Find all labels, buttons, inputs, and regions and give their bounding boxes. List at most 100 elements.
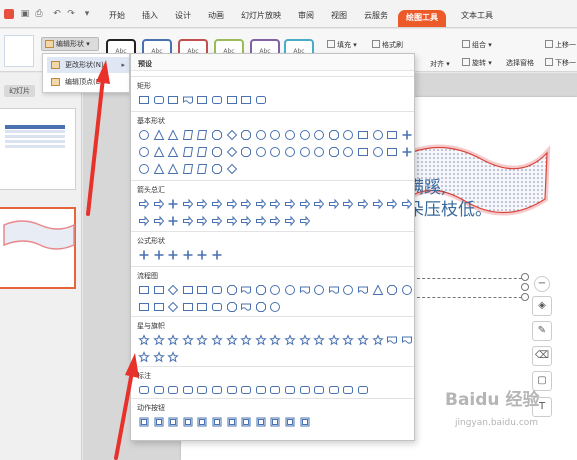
shape-option[interactable]	[196, 301, 208, 313]
slide-text-line2[interactable]: 朵压枝低。	[407, 195, 492, 220]
shape-option[interactable]	[284, 129, 296, 141]
shape-option[interactable]	[211, 198, 223, 210]
shape-option[interactable]	[138, 351, 150, 363]
shape-option[interactable]	[138, 163, 150, 175]
shape-option[interactable]	[372, 146, 384, 158]
shape-option[interactable]	[401, 129, 413, 141]
shape-option[interactable]	[182, 384, 194, 396]
shape-option[interactable]	[269, 198, 281, 210]
shape-option[interactable]	[269, 384, 281, 396]
tab-text-tools[interactable]: 文本工具	[455, 9, 499, 23]
shape-option[interactable]	[299, 215, 311, 227]
shape-option[interactable]	[138, 416, 150, 428]
align-button[interactable]: 对齐 ▾	[430, 59, 450, 69]
shape-option[interactable]	[211, 94, 223, 106]
shape-option[interactable]	[167, 284, 179, 296]
shape-option[interactable]	[226, 301, 238, 313]
shape-option[interactable]	[328, 284, 340, 296]
slide-thumbnail-2[interactable]	[0, 207, 76, 289]
shape-option[interactable]	[153, 129, 165, 141]
shape-option[interactable]	[240, 301, 252, 313]
fill-button[interactable]: 填充 ▾	[327, 40, 357, 50]
shape-option[interactable]	[269, 284, 281, 296]
shape-option[interactable]	[138, 284, 150, 296]
shape-option[interactable]	[401, 334, 413, 346]
shape-option[interactable]	[138, 384, 150, 396]
shape-option[interactable]	[153, 301, 165, 313]
shape-option[interactable]	[328, 384, 340, 396]
shape-option[interactable]	[372, 198, 384, 210]
shape-option[interactable]	[284, 334, 296, 346]
shape-option[interactable]	[401, 284, 413, 296]
shape-option[interactable]	[269, 301, 281, 313]
change-shape-item[interactable]: 更改形状(N) ▸	[47, 57, 129, 73]
shape-option[interactable]	[182, 163, 194, 175]
shape-option[interactable]	[372, 284, 384, 296]
shape-option[interactable]	[299, 416, 311, 428]
shape-option[interactable]	[342, 146, 354, 158]
shape-option[interactable]	[153, 146, 165, 158]
shape-option[interactable]	[255, 146, 267, 158]
shape-option[interactable]	[152, 334, 165, 346]
shape-option[interactable]	[182, 215, 194, 227]
shape-option[interactable]	[342, 284, 354, 296]
shape-option[interactable]	[255, 384, 267, 396]
shape-option[interactable]	[182, 301, 194, 313]
shape-option[interactable]	[196, 215, 208, 227]
shape-option[interactable]	[167, 215, 179, 227]
shape-option[interactable]	[196, 198, 208, 210]
shape-option[interactable]	[255, 129, 267, 141]
tab-insert[interactable]: 插入	[137, 9, 163, 23]
shape-option[interactable]	[299, 284, 311, 296]
shape-option[interactable]	[138, 146, 150, 158]
shape-option[interactable]	[196, 284, 208, 296]
shape-option[interactable]	[167, 146, 179, 158]
shape-option[interactable]	[371, 334, 384, 346]
save-icon[interactable]: ▣	[20, 9, 30, 19]
format-brush-button[interactable]: 格式刷	[372, 40, 403, 50]
resize-handle-mid-right[interactable]	[521, 283, 529, 291]
shape-gallery-preview[interactable]	[4, 35, 34, 67]
shape-option[interactable]	[167, 416, 179, 428]
shape-option[interactable]	[152, 351, 165, 363]
shape-option[interactable]	[299, 198, 311, 210]
shape-option[interactable]	[328, 129, 340, 141]
shape-option[interactable]	[167, 129, 179, 141]
shape-option[interactable]	[211, 215, 223, 227]
shape-option[interactable]	[313, 146, 325, 158]
shape-option[interactable]	[211, 384, 223, 396]
shape-option[interactable]	[138, 249, 150, 261]
shape-option[interactable]	[255, 198, 267, 210]
shape-option[interactable]	[196, 334, 209, 346]
shape-option[interactable]	[269, 215, 281, 227]
shape-option[interactable]	[357, 129, 369, 141]
rotate-button[interactable]: 旋转 ▾	[462, 58, 492, 68]
shape-option[interactable]	[226, 384, 238, 396]
shape-option[interactable]	[240, 284, 252, 296]
shape-option[interactable]	[182, 249, 194, 261]
shape-option[interactable]	[182, 284, 194, 296]
shape-option[interactable]	[255, 416, 267, 428]
print-icon[interactable]: ⎙	[34, 9, 44, 19]
shape-option[interactable]	[138, 301, 150, 313]
shape-option[interactable]	[269, 416, 281, 428]
shape-option[interactable]	[196, 384, 208, 396]
shape-option[interactable]	[240, 129, 252, 141]
tab-cloud[interactable]: 云服务	[359, 9, 393, 23]
shape-option[interactable]	[240, 198, 252, 210]
shape-option[interactable]	[240, 215, 252, 227]
shape-option[interactable]	[167, 249, 179, 261]
tab-slideshow[interactable]: 幻灯片放映	[236, 9, 286, 23]
dropdown-icon[interactable]: ▾	[82, 9, 92, 19]
group-button[interactable]: 组合 ▾	[462, 40, 492, 50]
shape-option[interactable]	[211, 334, 223, 346]
shape-option[interactable]	[401, 146, 413, 158]
move-down-button[interactable]: 下移一	[545, 58, 576, 68]
shape-option[interactable]	[211, 129, 223, 141]
shape-option[interactable]	[401, 198, 413, 210]
shape-option[interactable]	[299, 129, 311, 141]
edit-points-item[interactable]: 编辑顶点(E)	[47, 74, 129, 90]
shape-option[interactable]	[167, 94, 179, 106]
shape-option[interactable]	[211, 146, 223, 158]
shape-option[interactable]	[182, 146, 194, 158]
